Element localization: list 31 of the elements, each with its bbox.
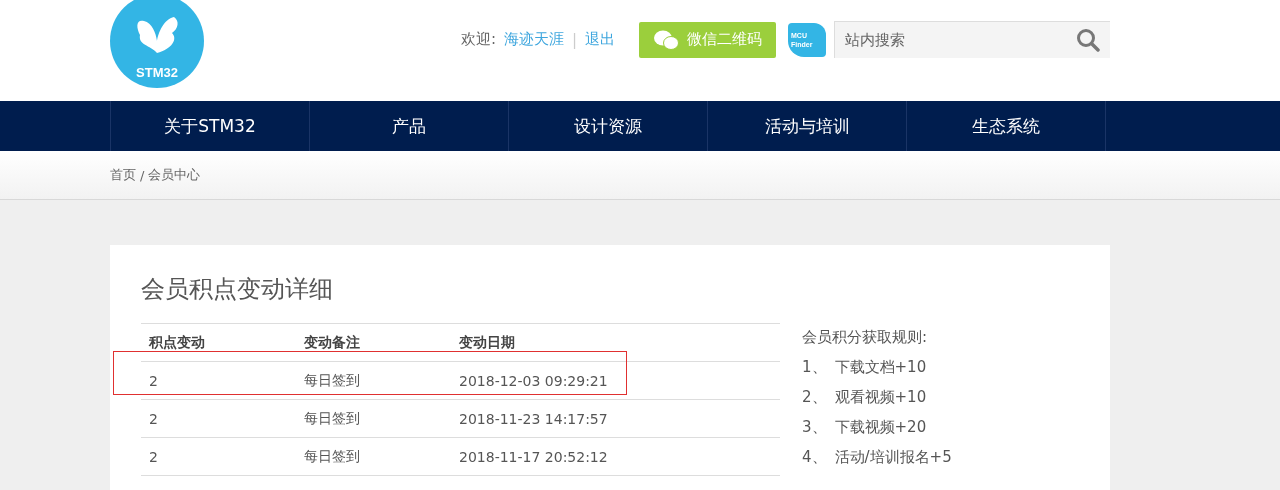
rule-text: 下载文档+10 xyxy=(834,358,927,377)
welcome-label: 欢迎: xyxy=(460,30,496,49)
rules-title: 会员积分获取规则: xyxy=(802,328,929,347)
table-cell-text: 每日签到 xyxy=(303,447,361,466)
column-header: 变动日期 xyxy=(458,333,516,352)
search-icon[interactable] xyxy=(1076,28,1100,52)
table-cell-text: 2018-11-23 14:17:57 xyxy=(458,410,609,427)
rule-number: 3、 xyxy=(802,418,827,437)
page-title: 会员积点变动详细 xyxy=(141,274,334,305)
rule-text: 活动/培训报名+5 xyxy=(834,448,952,467)
rule-number: 4、 xyxy=(802,448,827,467)
table-cell-text: 每日签到 xyxy=(303,371,361,390)
rule-text: 下载视频+20 xyxy=(834,418,927,437)
column-header: 变动备注 xyxy=(303,333,361,352)
rule-number: 1、 xyxy=(802,358,827,377)
logo-text: STM32 xyxy=(136,65,178,80)
table-cell-text: 2018-12-03 09:29:21 xyxy=(458,372,609,389)
table-cell-text: 2 xyxy=(148,372,159,389)
table-cell-text: 每日签到 xyxy=(303,409,361,428)
breadcrumb-item[interactable]: 会员中心 xyxy=(148,166,201,184)
breadcrumb-separator: / xyxy=(140,167,145,183)
column-header: 积点变动 xyxy=(147,333,206,352)
chat-bubbles-icon xyxy=(653,28,679,51)
table-cell-text: 2 xyxy=(148,448,159,465)
search-field[interactable]: 站内搜索 xyxy=(834,21,1110,58)
table-cell-text: 2018-11-17 20:52:12 xyxy=(458,448,609,465)
separator-text: | xyxy=(571,30,577,49)
rule-text: 观看视频+10 xyxy=(834,388,927,407)
table-cell-text: 2 xyxy=(148,410,159,427)
rule-number: 2、 xyxy=(802,388,827,407)
breadcrumb-item[interactable]: 首页 xyxy=(110,166,136,184)
